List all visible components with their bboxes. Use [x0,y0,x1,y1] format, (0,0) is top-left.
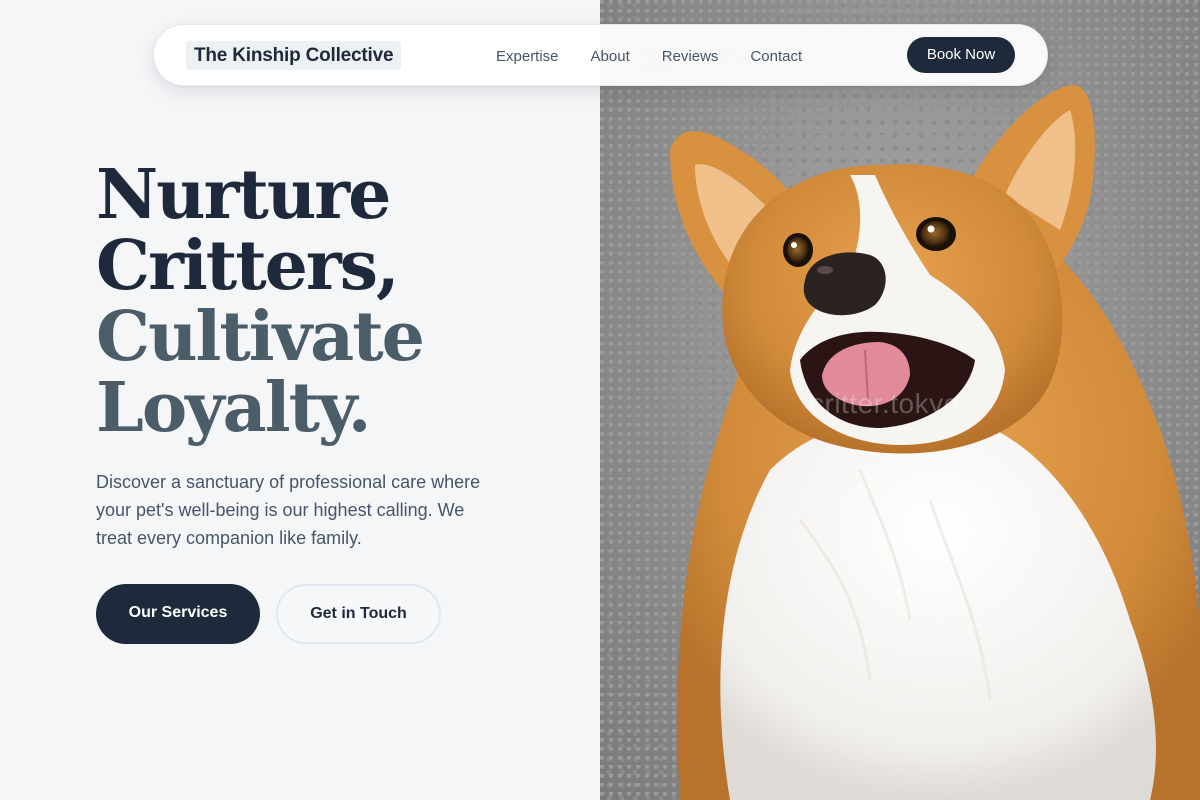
headline-line-3: Cultivate [96,297,425,377]
hero-description: Discover a sanctuary of professional car… [96,472,481,548]
book-now-button[interactable]: Book Now [907,37,1015,73]
headline-line-2: Critters, [96,226,400,306]
hero-headline: Nurture Critters, Cultivate Loyalty. [96,160,576,444]
image-watermark: critter.tokyo [810,388,960,419]
top-nav: The Kinship Collective Expertise About R… [153,24,1048,86]
get-in-touch-button[interactable]: Get in Touch [276,584,441,644]
nav-link-contact[interactable]: Contact [750,48,802,65]
nav-link-about[interactable]: About [591,48,630,65]
brand-logo[interactable]: The Kinship Collective [186,41,402,70]
headline-line-4: Loyalty. [96,368,371,448]
nav-link-reviews[interactable]: Reviews [662,48,719,65]
nav-link-expertise[interactable]: Expertise [496,48,559,65]
our-services-button[interactable]: Our Services [96,584,260,644]
headline-line-1: Nurture [96,155,391,235]
nav-links: Expertise About Reviews Contact [496,25,802,87]
